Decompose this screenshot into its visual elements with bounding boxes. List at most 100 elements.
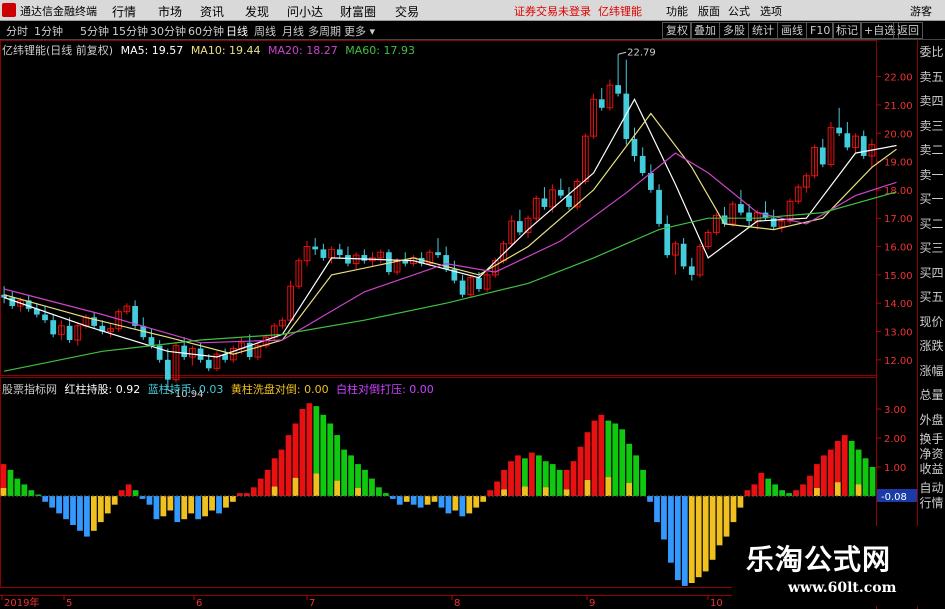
adjust-button[interactable]: 复权 bbox=[662, 22, 692, 39]
indicator-tick-label: 2.00 bbox=[884, 434, 906, 445]
period-tab-weekly[interactable]: 周线 bbox=[254, 23, 276, 39]
candle-body-down bbox=[688, 266, 695, 275]
indicator-bar bbox=[515, 455, 521, 496]
indicator-bar bbox=[807, 475, 813, 496]
side-item-ask5[interactable]: 卖五 bbox=[918, 65, 945, 90]
side-item-turnover[interactable]: 换手 bbox=[918, 432, 945, 447]
indicator-bar bbox=[77, 496, 83, 531]
side-item-bid2[interactable]: 买二 bbox=[918, 212, 945, 237]
indicator-bar-overlay bbox=[271, 486, 278, 496]
indicator-bar-overlay bbox=[292, 477, 299, 496]
indicator-bar bbox=[452, 496, 459, 511]
indicator-bar-overlay bbox=[313, 473, 320, 496]
indicator-bar bbox=[633, 455, 640, 496]
app-title: 通达信金融终端 bbox=[20, 5, 97, 18]
candle-body-down bbox=[205, 359, 212, 369]
side-item-ask4[interactable]: 卖四 bbox=[918, 89, 945, 114]
side-item-outer-volume[interactable]: 外盘 bbox=[918, 408, 945, 433]
stats-button[interactable]: 统计 bbox=[748, 22, 778, 39]
high-pointer bbox=[617, 51, 627, 55]
indicator-bar bbox=[396, 496, 403, 505]
period-tab-daily[interactable]: 日线 bbox=[226, 23, 248, 39]
indicator-bar bbox=[654, 496, 660, 523]
f10-button[interactable]: F10 bbox=[806, 22, 835, 39]
menu-item-function[interactable]: 功能 bbox=[666, 3, 688, 19]
menu-item-formula[interactable]: 公式 bbox=[728, 3, 750, 19]
menu-item-market[interactable]: 市场 bbox=[158, 3, 182, 20]
side-item-bid5[interactable]: 买五 bbox=[918, 285, 945, 310]
side-item-ask1[interactable]: 卖一 bbox=[918, 163, 945, 188]
side-item-change-pct[interactable]: 涨幅 bbox=[918, 359, 945, 384]
candle-body-down bbox=[541, 198, 548, 207]
indicator-bar bbox=[668, 496, 674, 563]
side-item-bid3[interactable]: 买三 bbox=[918, 236, 945, 261]
time-tick-label: 10 bbox=[710, 598, 723, 609]
draw-line-button[interactable]: 画线 bbox=[777, 22, 807, 39]
side-item-bid1[interactable]: 买一 bbox=[918, 187, 945, 212]
side-item-auto[interactable]: 自动 bbox=[918, 481, 945, 496]
guest-label[interactable]: 游客 bbox=[910, 3, 932, 19]
watermark-title: 乐淘公式网 bbox=[746, 543, 892, 576]
indicator-bar bbox=[424, 496, 431, 505]
side-item-quote[interactable]: 行情 bbox=[918, 496, 945, 511]
overlay-button[interactable]: 叠加 bbox=[690, 22, 720, 39]
menu-item-discover[interactable]: 发现 bbox=[245, 3, 269, 20]
side-item-ask3[interactable]: 卖三 bbox=[918, 114, 945, 139]
indicator-bar bbox=[230, 496, 236, 502]
indicator-bar bbox=[709, 496, 716, 560]
menu-item-options[interactable]: 选项 bbox=[760, 3, 782, 19]
indicator-bar bbox=[7, 469, 14, 496]
menu-item-ask[interactable]: 问小达 bbox=[287, 3, 323, 20]
indicator-red-label: 红柱持股: 0.92 bbox=[64, 383, 141, 396]
indicator-tick-label: 1.00 bbox=[884, 463, 906, 474]
indicator-bar bbox=[84, 496, 90, 537]
menu-item-news[interactable]: 资讯 bbox=[200, 3, 224, 20]
indicator-bar bbox=[869, 467, 876, 496]
period-tab-monthly[interactable]: 月线 bbox=[282, 23, 304, 39]
indicator-name: 股票指标网 bbox=[2, 383, 57, 396]
candle-body-down bbox=[623, 93, 630, 139]
menu-item-market-quotes[interactable]: 行情 bbox=[112, 3, 136, 20]
indicator-bar bbox=[278, 449, 285, 496]
indicator-bar bbox=[591, 420, 598, 496]
period-tab-more[interactable]: 更多 ▾ bbox=[344, 23, 375, 39]
menu-item-layout[interactable]: 版面 bbox=[698, 3, 720, 19]
indicator-bar bbox=[362, 469, 368, 496]
indicator-bar bbox=[167, 496, 174, 511]
candle-body-down bbox=[746, 212, 752, 222]
period-tab-multi[interactable]: 多周期 bbox=[308, 23, 341, 39]
candle-body-down bbox=[476, 277, 482, 290]
side-item-change[interactable]: 涨跌 bbox=[918, 334, 945, 359]
indicator-blue-label: 蓝柱持币: 0.03 bbox=[147, 383, 224, 396]
candle-body-down bbox=[312, 246, 319, 250]
candle-body-down bbox=[181, 345, 188, 358]
login-warning[interactable]: 证券交易未登录 亿纬锂能 bbox=[514, 3, 642, 19]
side-item-net-asset[interactable]: 净资 bbox=[918, 447, 945, 462]
side-item-volume[interactable]: 总量 bbox=[918, 383, 945, 408]
period-toolbar: 分时 1分钟 5分钟 15分钟 30分钟 60分钟 日线 周线 月线 多周期 更… bbox=[0, 21, 945, 40]
side-item-bid-ratio[interactable]: 委比 bbox=[918, 40, 945, 65]
side-item-bid4[interactable]: 买四 bbox=[918, 261, 945, 286]
menu-item-wealth[interactable]: 财富圈 bbox=[340, 3, 376, 20]
mark-button[interactable]: 标记 bbox=[832, 22, 862, 39]
indicator-bar-overlay bbox=[542, 487, 549, 496]
multi-stock-button[interactable]: 多股 bbox=[719, 22, 749, 39]
period-tab-1min[interactable]: 1分钟 bbox=[34, 23, 63, 39]
period-tab-5min[interactable]: 5分钟 bbox=[80, 23, 109, 39]
period-tab-intraday[interactable]: 分时 bbox=[6, 23, 28, 39]
period-tab-30min[interactable]: 30分钟 bbox=[150, 23, 186, 39]
price-panel-frame bbox=[0, 40, 877, 376]
indicator-bar bbox=[800, 484, 806, 496]
menu-item-trade[interactable]: 交易 bbox=[395, 3, 419, 20]
time-tick-label: 6 bbox=[196, 598, 202, 609]
indicator-bar bbox=[97, 496, 104, 523]
kline-chart[interactable]: 22.00 21.00 20.00 19.00 18.00 17.00 16.00 15.00… bbox=[0, 40, 945, 609]
side-item-ask2[interactable]: 卖二 bbox=[918, 138, 945, 163]
side-item-earnings[interactable]: 收益 bbox=[918, 462, 945, 477]
back-button[interactable]: 返回 bbox=[893, 22, 923, 39]
side-item-price[interactable]: 现价 bbox=[918, 310, 945, 335]
period-tab-15min[interactable]: 15分钟 bbox=[112, 23, 148, 39]
indicator-bar bbox=[612, 423, 619, 496]
period-tab-60min[interactable]: 60分钟 bbox=[188, 23, 224, 39]
price-tick-label: 12.00 bbox=[884, 356, 913, 367]
